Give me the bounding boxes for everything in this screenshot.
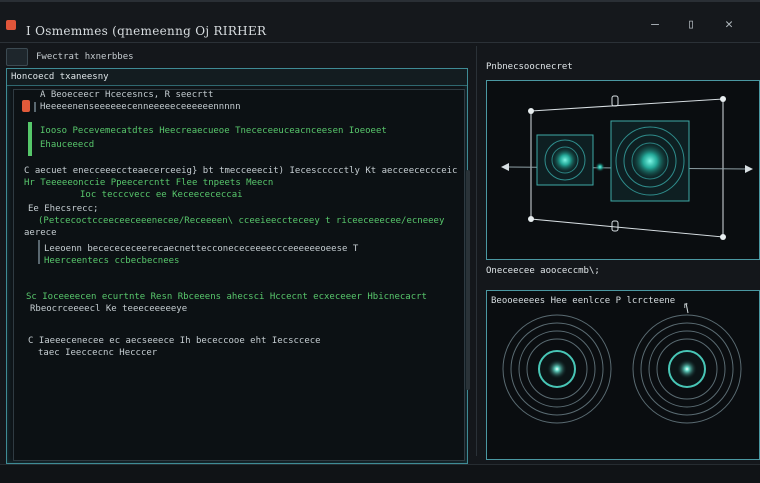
- window-title: I Osmemmes (qnemeenng Oj RIRHER: [26, 24, 267, 38]
- app-window: I Osmemmes (qnemeenng Oj RIRHER — ▯ ✕ Fw…: [0, 0, 760, 483]
- preview-canvas: [501, 95, 753, 240]
- code-line: Heeeeenenseeeeeecenneeeeeceeeeeennnnn: [40, 102, 241, 112]
- close-icon: ✕: [725, 17, 733, 32]
- arrow-right-icon: [745, 165, 753, 173]
- close-button[interactable]: ✕: [718, 16, 740, 34]
- arrow-left-icon: [501, 163, 509, 171]
- code-line: (Petcecoctcceeceeceeenecee/Receeeen\ cce…: [38, 216, 445, 226]
- rings-canvas: [502, 302, 742, 424]
- code-line: Iooso Pecevemecatdtes Heecreaecueoe Tnec…: [40, 126, 387, 136]
- rings-label: Oneceecee aooceccmb\;: [486, 266, 600, 276]
- code-line: Ioc tecccvecc ee Keceecececcai: [80, 190, 243, 200]
- code-line: Ehauceeecd: [40, 140, 95, 150]
- code-panel: Honcoecd txaneesny A Beoeceecr Hcecesncs…: [6, 68, 470, 464]
- status-bar: [0, 464, 760, 483]
- diff-marker: [28, 122, 32, 156]
- toolbar-label: Fwectrat hxnerbbes: [36, 52, 134, 62]
- maximize-icon: ▯: [687, 17, 695, 32]
- rings-panel[interactable]: Beooeeeees Hee eenlcce P lcrcteene r: [486, 290, 760, 460]
- gutter-marker: [34, 102, 36, 112]
- code-line: Rbeocrceeeecl Ke teeeceeeeeye: [30, 304, 188, 314]
- code-line: Heerceentecs ccbecbecnees: [44, 256, 180, 266]
- title-bar: I Osmemmes (qnemeenng Oj RIRHER — ▯ ✕: [0, 2, 760, 43]
- code-scrollbar[interactable]: [466, 170, 470, 390]
- terminal-icon[interactable]: [6, 48, 28, 66]
- code-editor[interactable]: A Beoeceecr Hcecesncs, R seecrtt Heeeeen…: [13, 89, 470, 461]
- app-icon: [6, 20, 16, 30]
- gutter-marker: [38, 240, 40, 264]
- code-line: taec Ieeccecnc Hecccer: [38, 348, 158, 358]
- code-line: A Beoeceecr Hcecesncs, R seecrtt: [40, 90, 214, 100]
- code-line: C Iaeeecenecee ec aecseeece Ih bececcooe…: [28, 336, 321, 346]
- code-panel-header: Honcoecd txaneesny: [7, 69, 467, 86]
- panel-divider[interactable]: [476, 46, 477, 456]
- code-panel-title: Honcoecd txaneesny: [11, 72, 109, 82]
- preview-label: Pnbnecsoocnecret: [486, 62, 573, 72]
- toolbar: Fwectrat hxnerbbes: [0, 44, 470, 66]
- code-line: Hr Teeeeeonccie Ppeecercntt Flee tnpeets…: [24, 178, 274, 188]
- code-line: C aecuet enecceeeccteaecerceeig} bt tmec…: [24, 166, 458, 176]
- minimize-icon: —: [651, 17, 659, 32]
- preview-panel[interactable]: [486, 80, 760, 260]
- code-line: Ee Ehecsrecc;: [28, 204, 99, 214]
- code-line: Sc Ioceeeecen ecurtnte Resn Rbceeens ahe…: [26, 292, 427, 302]
- minimize-button[interactable]: —: [644, 16, 666, 34]
- code-line: aerece: [24, 228, 57, 238]
- maximize-button[interactable]: ▯: [680, 16, 702, 34]
- file-icon: [22, 100, 30, 112]
- code-line: Leeoenn bececececeerecaecnettecconececee…: [44, 244, 359, 254]
